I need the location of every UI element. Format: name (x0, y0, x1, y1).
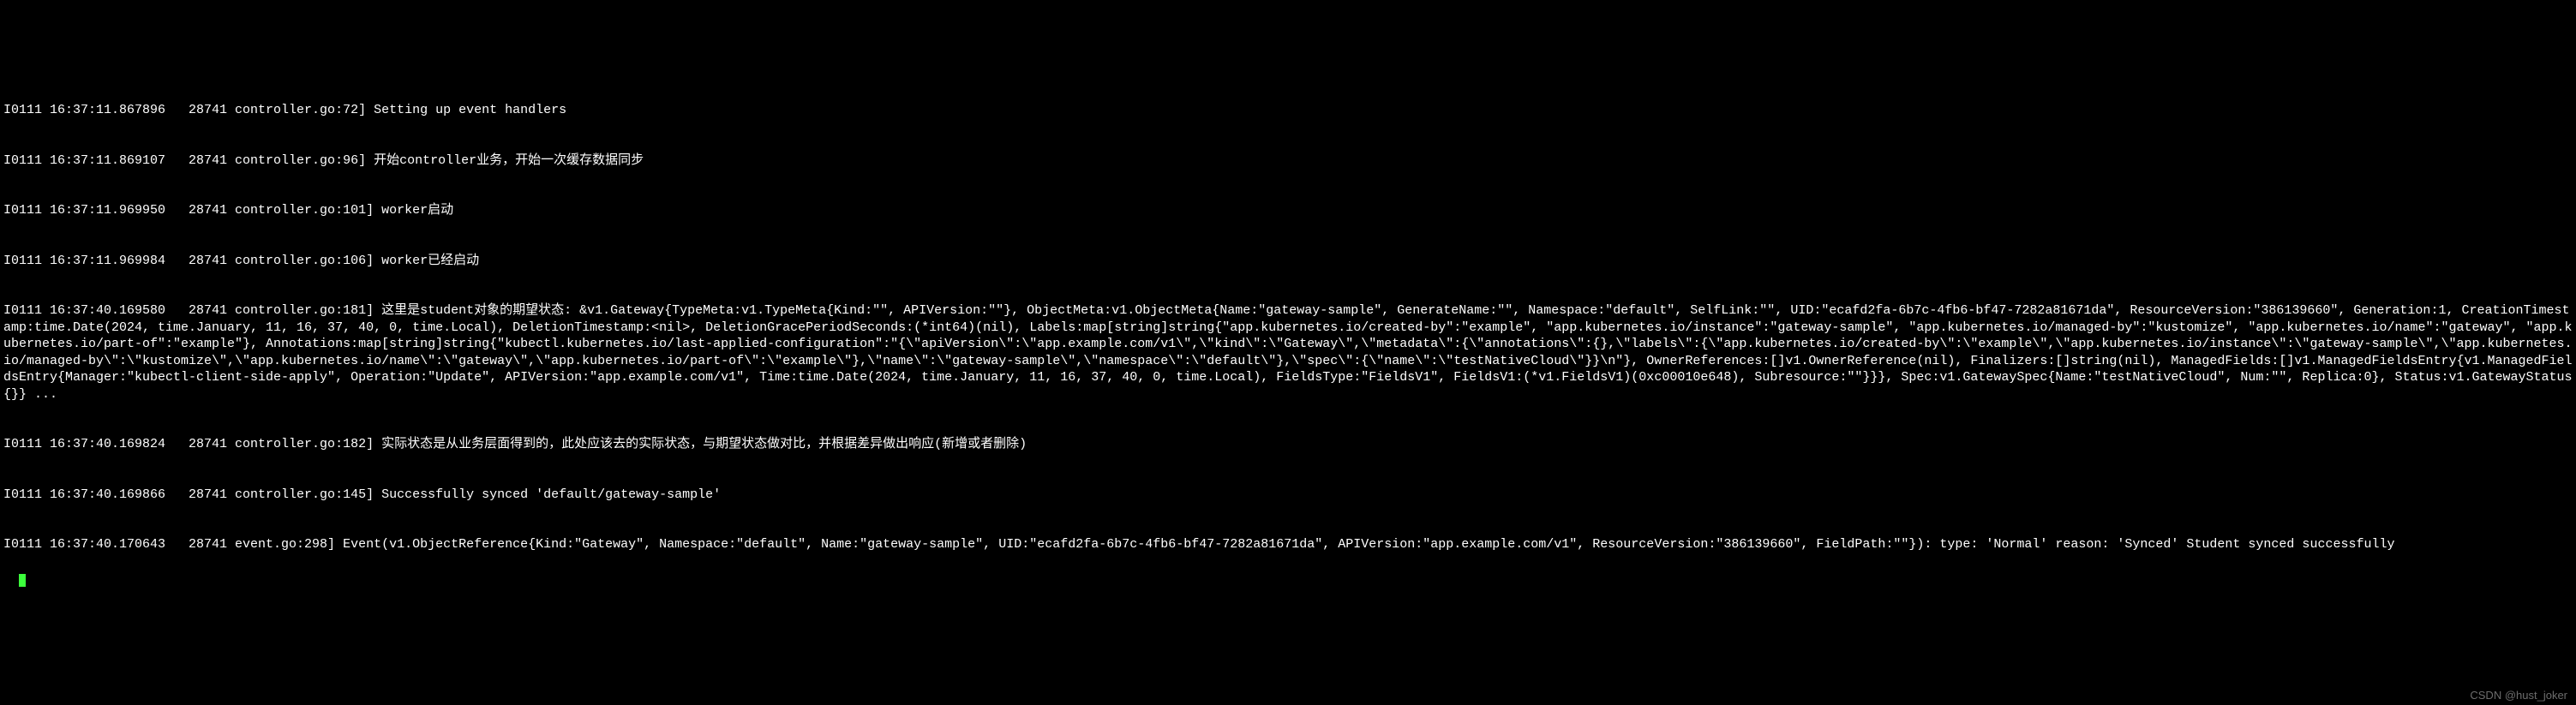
log-line: I0111 16:37:11.869107 28741 controller.g… (3, 152, 2573, 170)
log-line: I0111 16:37:40.170643 28741 event.go:298… (3, 536, 2573, 553)
log-line: I0111 16:37:11.969984 28741 controller.g… (3, 253, 2573, 270)
log-line: I0111 16:37:11.969950 28741 controller.g… (3, 202, 2573, 219)
watermark-text: CSDN @hust_joker (2470, 689, 2567, 703)
terminal-output: I0111 16:37:11.867896 28741 controller.g… (3, 69, 2573, 587)
terminal-cursor (19, 574, 26, 587)
log-line: I0111 16:37:11.867896 28741 controller.g… (3, 102, 2573, 119)
log-line: I0111 16:37:40.169866 28741 controller.g… (3, 487, 2573, 504)
log-line: I0111 16:37:40.169580 28741 controller.g… (3, 302, 2573, 403)
log-line: I0111 16:37:40.169824 28741 controller.g… (3, 436, 2573, 453)
